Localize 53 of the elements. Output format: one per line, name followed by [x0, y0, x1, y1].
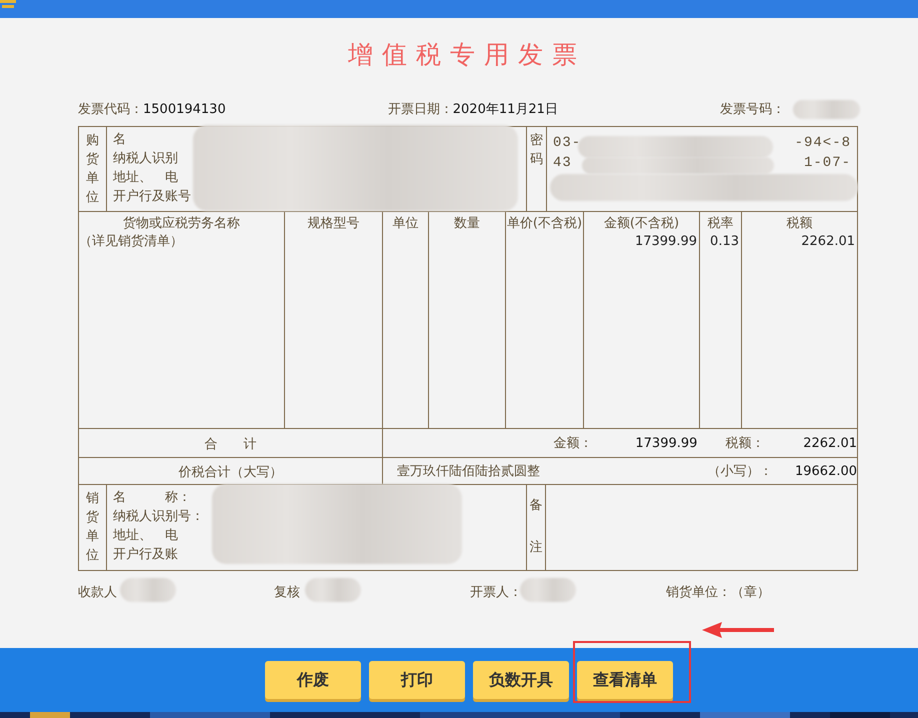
- field-label: 开票日期：: [388, 102, 453, 117]
- row-label: 价税合计（大写）: [178, 464, 284, 482]
- cipher-text: 43: [553, 154, 572, 173]
- field-value: 17399.99: [634, 436, 698, 450]
- side-label: 购货单位: [86, 132, 99, 207]
- cipher-text: 1-07-: [804, 154, 852, 173]
- row-label: 合 计: [204, 436, 258, 454]
- pointer-arrow: [702, 622, 774, 638]
- signature-label: 销货单位：（章）: [666, 584, 770, 601]
- field-label: 金额：: [552, 435, 593, 452]
- field-value: 1500194130: [143, 102, 226, 117]
- table-cell-text: 0.13: [709, 233, 740, 251]
- cipher-text: -94<-8: [794, 134, 852, 153]
- field-label: 地址、 电: [113, 527, 179, 545]
- action-button[interactable]: 打印: [369, 661, 465, 699]
- table-cell-text: （详见销货清单）: [79, 233, 184, 251]
- side-label: 销货单位: [86, 490, 99, 565]
- field-label: 开户行及账: [113, 546, 179, 564]
- app-icon: [0, 0, 16, 10]
- column-header: 数量: [453, 215, 481, 233]
- field-label: 税额：: [724, 435, 765, 452]
- field-label: 发票代码：: [78, 102, 143, 117]
- column-header: 单位: [392, 215, 420, 233]
- action-button[interactable]: 负数开具: [473, 661, 569, 699]
- signature-label: 复核: [274, 584, 300, 601]
- field-value: 19662.00: [794, 464, 858, 478]
- field-label: 地址、 电: [113, 169, 179, 187]
- column-header: 税额: [786, 215, 814, 233]
- signature-label: 开票人：: [470, 584, 522, 601]
- side-label: 备注: [530, 497, 542, 557]
- field-label: 纳税人识别: [113, 150, 179, 168]
- column-header: 单价(不含税): [506, 215, 583, 233]
- amount-in-words: 壹万玖仟陆佰陆拾贰圆整: [396, 463, 541, 480]
- invoice-title: 增值税专用发票: [347, 39, 587, 71]
- field-label: 名: [113, 131, 127, 149]
- column-header: 规格型号: [306, 215, 360, 233]
- column-header: 税率: [706, 215, 734, 233]
- field-label: （小写）：: [706, 463, 772, 480]
- field-label: 纳税人识别号：: [113, 508, 205, 526]
- field-label: 开户行及账号: [113, 188, 192, 206]
- signature-label: 收款人: [78, 584, 117, 601]
- side-label: 密码: [530, 132, 543, 169]
- column-header: 货物或应税劳务名称: [122, 215, 241, 233]
- table-cell-text: 2262.01: [800, 233, 856, 251]
- field-value: 2020年11月21日: [452, 102, 558, 117]
- table-cell-text: 17399.99: [634, 233, 698, 251]
- field-value: 2262.01: [802, 436, 857, 450]
- column-header: 金额(不含税): [602, 215, 680, 233]
- cipher-text: 03-: [553, 134, 582, 153]
- action-button[interactable]: 查看清单: [577, 661, 673, 699]
- action-button[interactable]: 作废: [265, 661, 361, 699]
- field-label: 名 称：: [113, 489, 192, 507]
- field-label: 发票号码：: [720, 102, 785, 117]
